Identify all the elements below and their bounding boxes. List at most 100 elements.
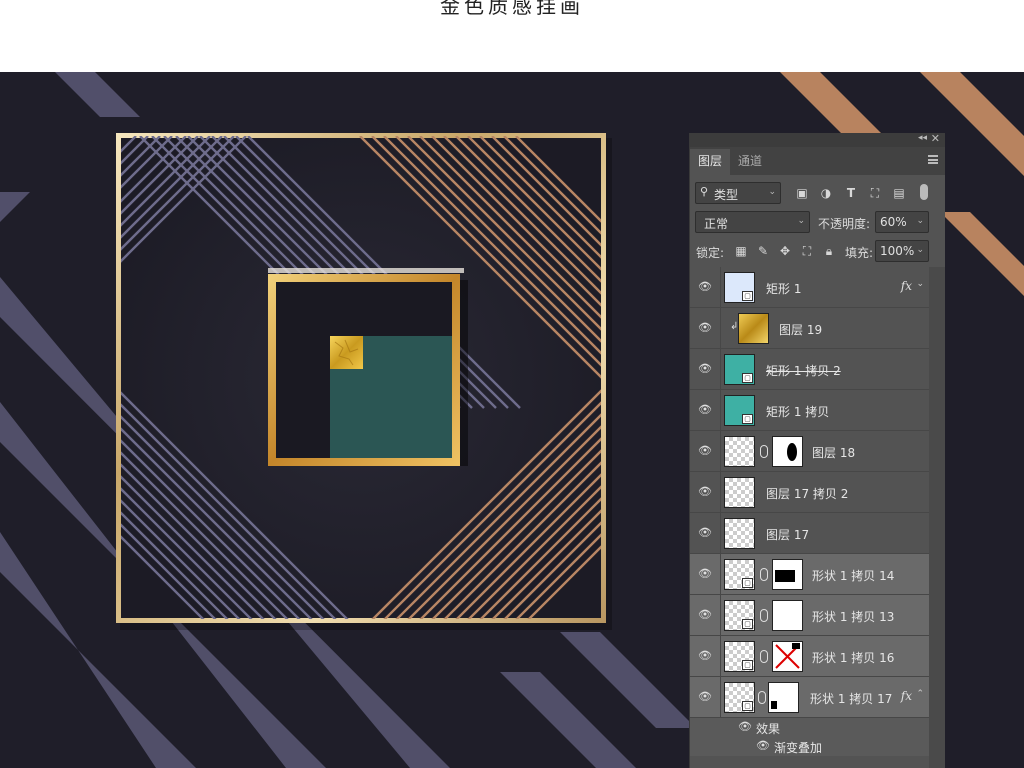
mask-thumbnail xyxy=(772,559,803,590)
blend-mode-select[interactable]: 正常 ⌄ xyxy=(695,211,810,233)
effects-row[interactable]: 👁︎ 效果 xyxy=(690,718,930,737)
layer-row[interactable]: 👁︎ ▢ 矩形 1 拷贝 2 xyxy=(690,349,930,390)
panel-menu-icon[interactable] xyxy=(928,155,938,164)
lock-position-icon[interactable]: ✥ xyxy=(778,244,792,258)
layer-thumbnail xyxy=(724,518,755,549)
filter-label: 类型 xyxy=(714,188,739,202)
lock-transparent-icon[interactable]: ▦ xyxy=(734,244,748,258)
eye-icon[interactable]: 👁︎ xyxy=(738,720,752,734)
lock-row: 锁定: ▦ ✎ ✥ ⛶ 🔒︎ 填充: 100% ⌄ xyxy=(690,237,945,266)
mask-thumbnail xyxy=(768,682,799,713)
mask-thumbnail xyxy=(772,600,803,631)
layer-name[interactable]: 图层 18 xyxy=(812,444,855,461)
layer-row[interactable]: 👁︎ ↲ 图层 19 xyxy=(690,308,930,349)
gold-leaf xyxy=(330,336,363,369)
layer-thumbnail: ▢ xyxy=(724,395,755,426)
banner-title: 金色质感挂画 xyxy=(440,0,584,18)
link-icon[interactable] xyxy=(758,691,766,704)
link-icon[interactable] xyxy=(760,609,768,622)
lock-image-icon[interactable]: ✎ xyxy=(756,244,770,258)
layer-name[interactable]: 图层 17 xyxy=(766,526,809,543)
eye-icon[interactable]: 👁︎ xyxy=(698,649,712,663)
layer-name[interactable]: 形状 1 拷贝 17 xyxy=(810,690,892,707)
filter-select[interactable]: ⚲ 类型 ⌄ xyxy=(695,182,781,204)
tab-channels[interactable]: 通道 xyxy=(730,149,770,175)
layers-panel: ◂◂ ✕ 图层 通道 ⚲ 类型 ⌄ ▣ ◑ T ⛶ ▤ 正常 ⌄ 不透明度: 6… xyxy=(689,132,945,768)
eye-icon[interactable]: 👁︎ xyxy=(698,567,712,581)
fill-value: 100% xyxy=(880,244,915,258)
collapse-icon[interactable]: ◂◂ xyxy=(918,133,927,143)
layer-name[interactable]: 图层 19 xyxy=(779,321,822,338)
blend-row: 正常 ⌄ 不透明度: 60% ⌄ xyxy=(690,208,945,237)
layer-row[interactable]: 👁︎ ▢ 形状 1 拷贝 17 fx ⌃ xyxy=(690,677,930,718)
layer-thumbnail xyxy=(724,477,755,508)
effect-item-row[interactable]: 👁︎ 渐变叠加 xyxy=(690,737,930,756)
scrollbar[interactable] xyxy=(929,267,945,768)
layer-row[interactable]: 👁︎ ▢ 形状 1 拷贝 13 xyxy=(690,595,930,636)
mask-thumbnail xyxy=(772,641,803,672)
search-icon: ⚲ xyxy=(700,185,709,198)
panel-tabs: 图层 通道 xyxy=(690,147,945,175)
eye-icon[interactable]: 👁︎ xyxy=(698,403,712,417)
effects-label: 效果 xyxy=(756,722,781,736)
lock-artboard-icon[interactable]: ⛶ xyxy=(800,244,814,258)
chevron-down-icon[interactable]: ⌄ xyxy=(916,279,924,289)
layer-row[interactable]: 👁︎ 图层 17 xyxy=(690,513,930,554)
type-filter-icon[interactable]: T xyxy=(844,186,858,200)
layer-thumbnail xyxy=(738,313,769,344)
blend-mode-value: 正常 xyxy=(704,217,729,231)
layer-name[interactable]: 矩形 1 拷贝 2 xyxy=(766,362,841,379)
opacity-value: 60% xyxy=(880,215,907,229)
effect-name: 渐变叠加 xyxy=(774,741,823,755)
image-filter-icon[interactable]: ▣ xyxy=(795,186,809,200)
fill-input[interactable]: 100% ⌄ xyxy=(875,240,929,262)
filter-toggle-icon[interactable] xyxy=(920,184,928,200)
layer-row[interactable]: 👁︎ ▢ 矩形 1 拷贝 xyxy=(690,390,930,431)
link-icon[interactable] xyxy=(760,445,768,458)
link-icon[interactable] xyxy=(760,568,768,581)
layer-row[interactable]: 👁︎ ▢ 矩形 1 fx ⌄ xyxy=(690,267,930,308)
layer-name[interactable]: 矩形 1 拷贝 xyxy=(766,403,829,420)
layer-thumbnail xyxy=(724,436,755,467)
layer-name[interactable]: 矩形 1 xyxy=(766,280,801,297)
eye-icon[interactable]: 👁︎ xyxy=(698,280,712,294)
chevron-down-icon: ⌄ xyxy=(797,216,805,226)
layer-row[interactable]: 👁︎ 图层 18 xyxy=(690,431,930,472)
eye-icon[interactable]: 👁︎ xyxy=(698,485,712,499)
eye-icon[interactable]: 👁︎ xyxy=(698,362,712,376)
canvas-artboard[interactable]: ◂◂ ✕ 图层 通道 ⚲ 类型 ⌄ ▣ ◑ T ⛶ ▤ 正常 ⌄ 不透明度: 6… xyxy=(0,72,1024,768)
layer-thumbnail: ▢ xyxy=(724,682,755,713)
layer-thumbnail: ▢ xyxy=(724,641,755,672)
eye-icon[interactable]: 👁︎ xyxy=(698,321,712,335)
smart-object-filter-icon[interactable]: ▤ xyxy=(892,186,906,200)
chevron-up-icon[interactable]: ⌃ xyxy=(916,689,924,699)
opacity-label: 不透明度: xyxy=(818,217,871,231)
layer-name[interactable]: 图层 17 拷贝 2 xyxy=(766,485,848,502)
close-icon[interactable]: ✕ xyxy=(931,132,940,145)
opacity-input[interactable]: 60% ⌄ xyxy=(875,211,929,233)
eye-icon[interactable]: 👁︎ xyxy=(698,526,712,540)
mask-thumbnail xyxy=(772,436,803,467)
eye-icon[interactable]: 👁︎ xyxy=(756,739,770,753)
layer-name[interactable]: 形状 1 拷贝 16 xyxy=(812,649,894,666)
lock-label: 锁定: xyxy=(696,246,725,260)
link-icon[interactable] xyxy=(760,650,768,663)
layer-name[interactable]: 形状 1 拷贝 13 xyxy=(812,608,894,625)
chevron-down-icon: ⌄ xyxy=(916,245,924,255)
layer-row[interactable]: 👁︎ 图层 17 拷贝 2 xyxy=(690,472,930,513)
lock-all-icon[interactable]: 🔒︎ xyxy=(822,244,836,258)
eye-icon[interactable]: 👁︎ xyxy=(698,608,712,622)
eye-icon[interactable]: 👁︎ xyxy=(698,690,712,704)
chevron-down-icon: ⌄ xyxy=(768,187,776,197)
shape-filter-icon[interactable]: ⛶ xyxy=(868,186,882,200)
fx-icon[interactable]: fx xyxy=(901,689,912,703)
layer-row[interactable]: 👁︎ ▢ 形状 1 拷贝 16 xyxy=(690,636,930,677)
fill-label: 填充: xyxy=(845,246,874,260)
layer-name[interactable]: 形状 1 拷贝 14 xyxy=(812,567,894,584)
eye-icon[interactable]: 👁︎ xyxy=(698,444,712,458)
tab-layers[interactable]: 图层 xyxy=(690,149,731,175)
layer-row[interactable]: 👁︎ ▢ 形状 1 拷贝 14 xyxy=(690,554,930,595)
adjustment-filter-icon[interactable]: ◑ xyxy=(819,186,833,200)
layer-list: 👁︎ ▢ 矩形 1 fx ⌄ 👁︎ ↲ 图层 19 👁︎ ▢ 矩形 1 拷贝 2 xyxy=(690,267,930,768)
fx-icon[interactable]: fx xyxy=(901,279,912,293)
